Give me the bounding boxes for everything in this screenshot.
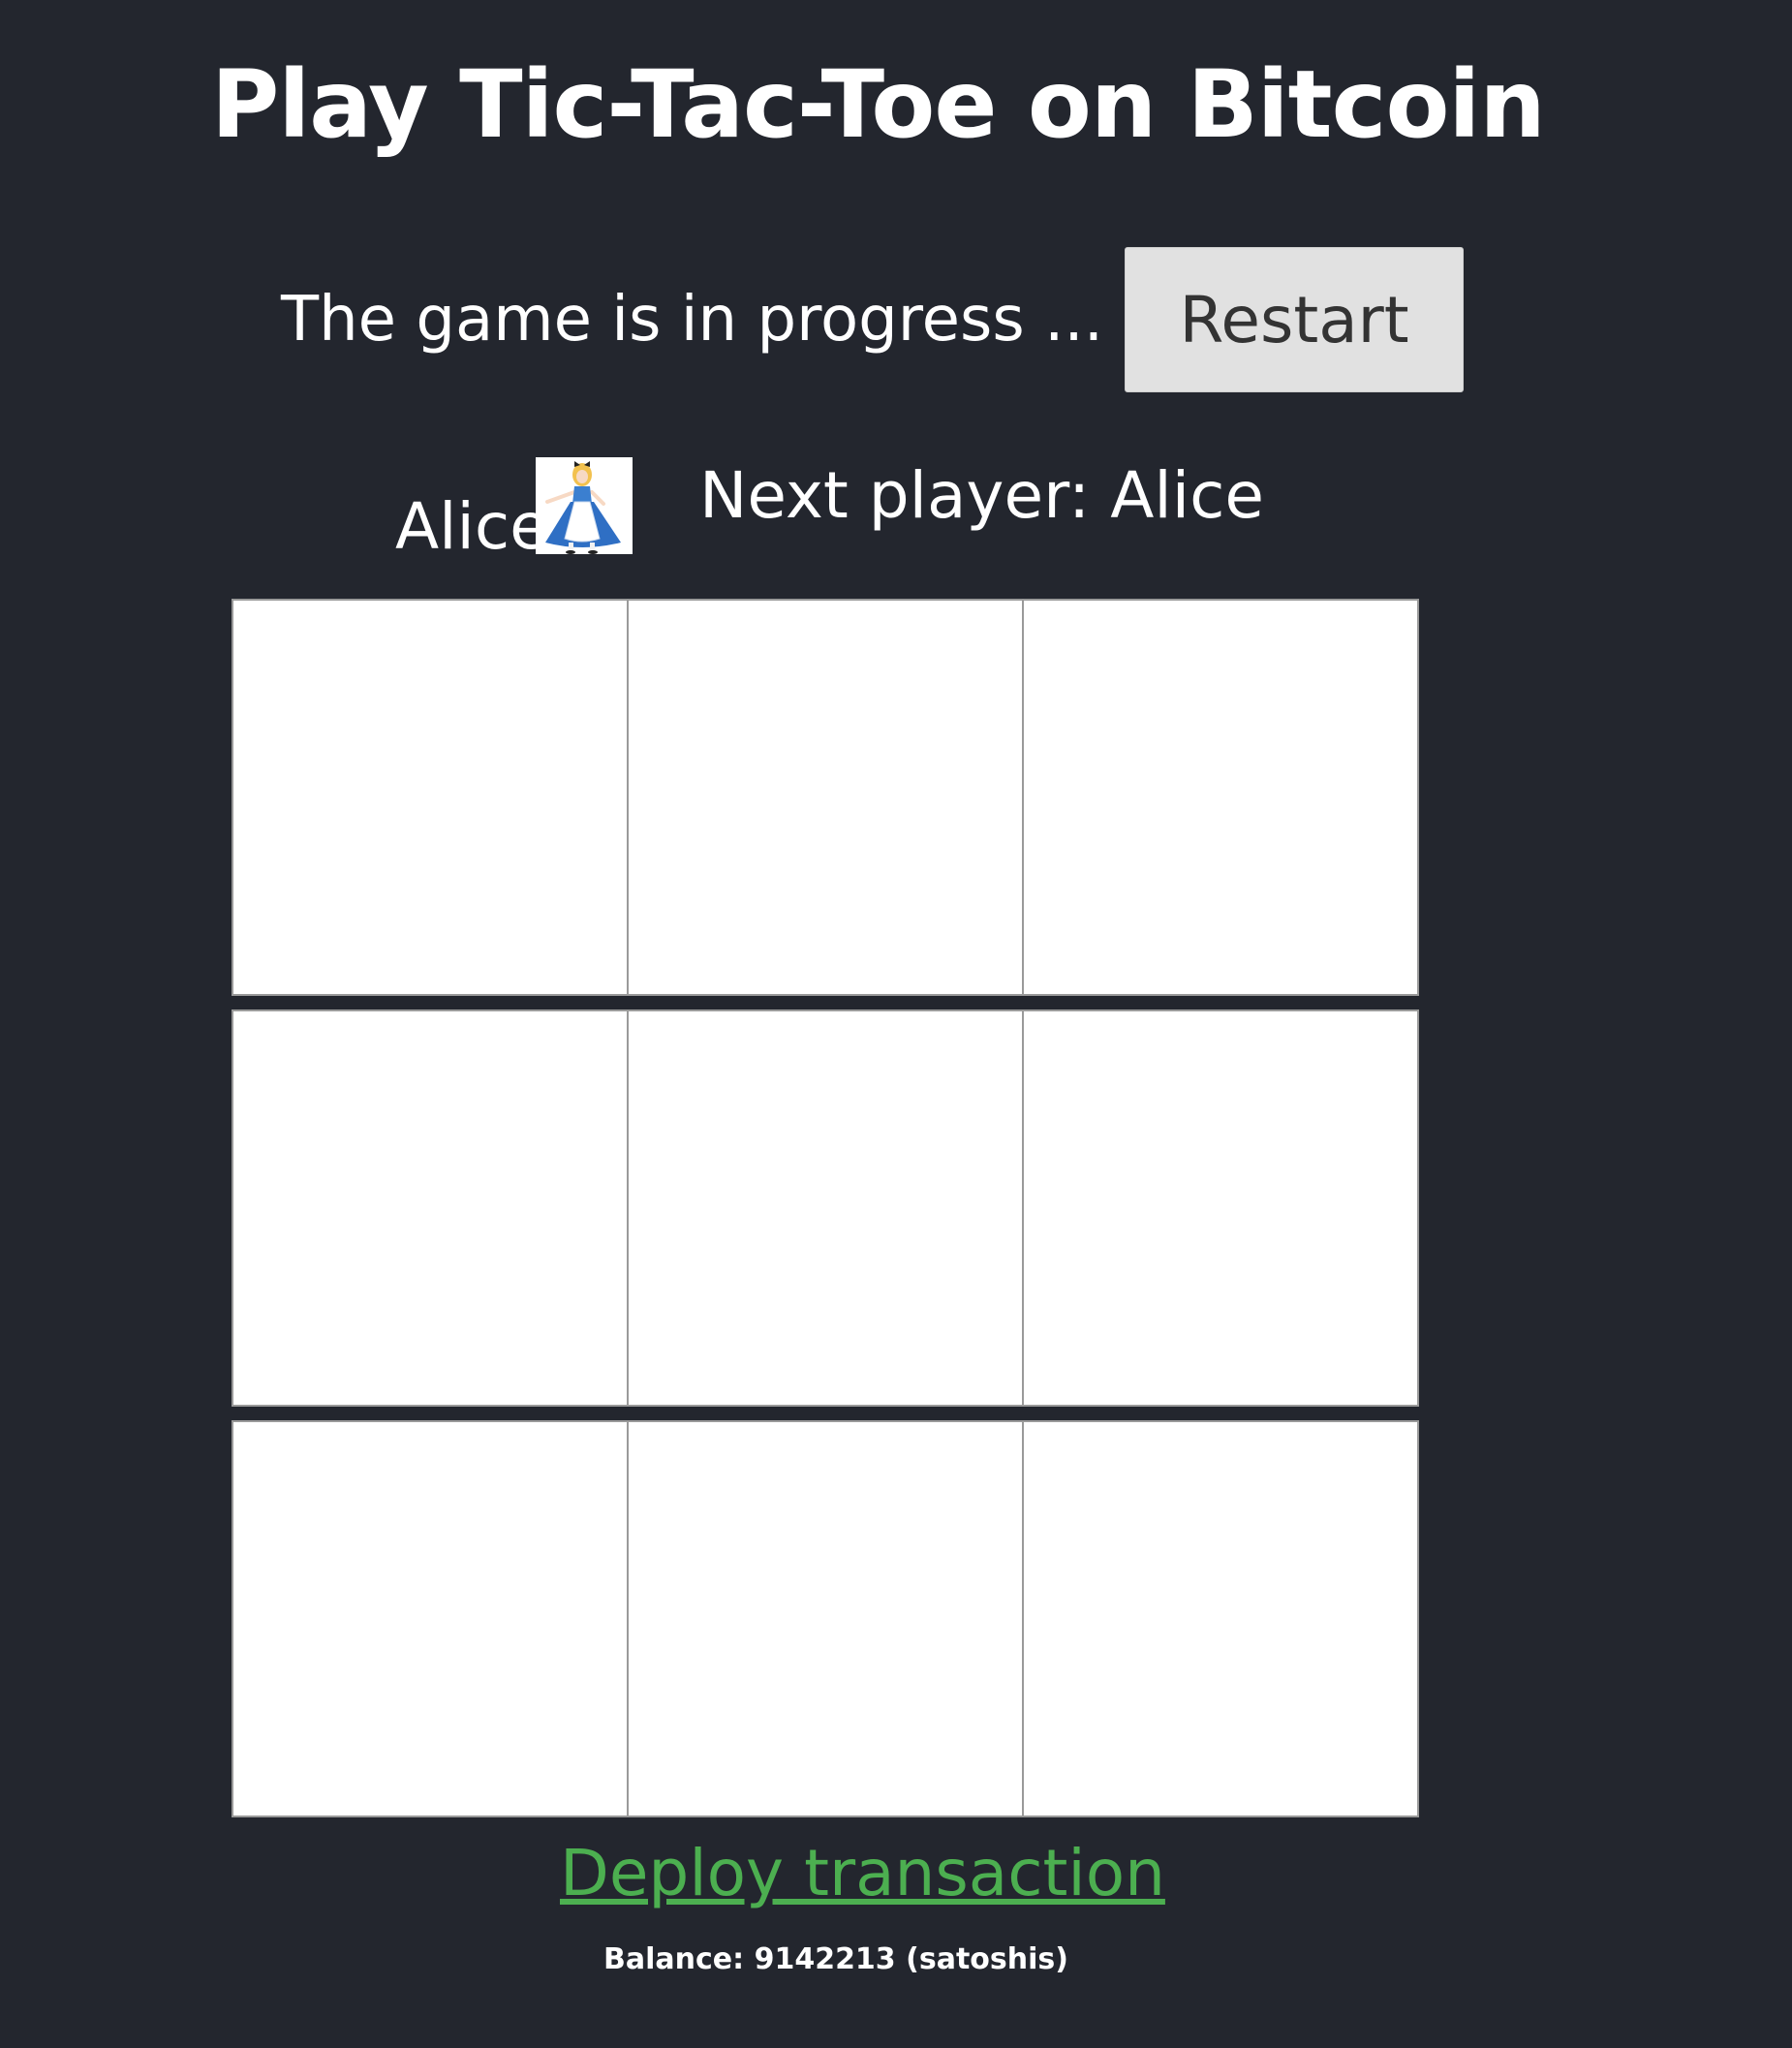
status-row: The game is in progress ... Restart	[281, 247, 1465, 392]
board-cell-5[interactable]	[1022, 1009, 1419, 1407]
board-cell-3[interactable]	[232, 1009, 629, 1407]
board-row	[232, 1420, 1423, 1817]
board-cell-0[interactable]	[232, 599, 629, 996]
board-row	[232, 599, 1423, 996]
balance-text: Balance: 9142213 (satoshis)	[603, 1942, 1068, 1976]
game-page: Play Tic-Tac-Toe on Bitcoin The game is …	[0, 0, 1792, 2048]
board-row	[232, 1009, 1423, 1407]
board-cell-4[interactable]	[627, 1009, 1024, 1407]
restart-button[interactable]: Restart	[1125, 247, 1465, 392]
board-cell-1[interactable]	[627, 599, 1024, 996]
player-name: Alice	[395, 489, 549, 564]
board-cell-6[interactable]	[232, 1420, 629, 1817]
board-cell-2[interactable]	[1022, 599, 1419, 996]
page-title: Play Tic-Tac-Toe on Bitcoin	[211, 50, 1546, 159]
game-board	[232, 599, 1423, 1817]
game-status-text: The game is in progress ...	[281, 284, 1104, 356]
deploy-transaction-link[interactable]: Deploy transaction	[560, 1836, 1165, 1910]
board-cell-7[interactable]	[627, 1420, 1024, 1817]
next-player-text: Next player: Alice	[699, 458, 1264, 533]
alice-avatar-icon	[536, 457, 633, 554]
board-cell-8[interactable]	[1022, 1420, 1419, 1817]
